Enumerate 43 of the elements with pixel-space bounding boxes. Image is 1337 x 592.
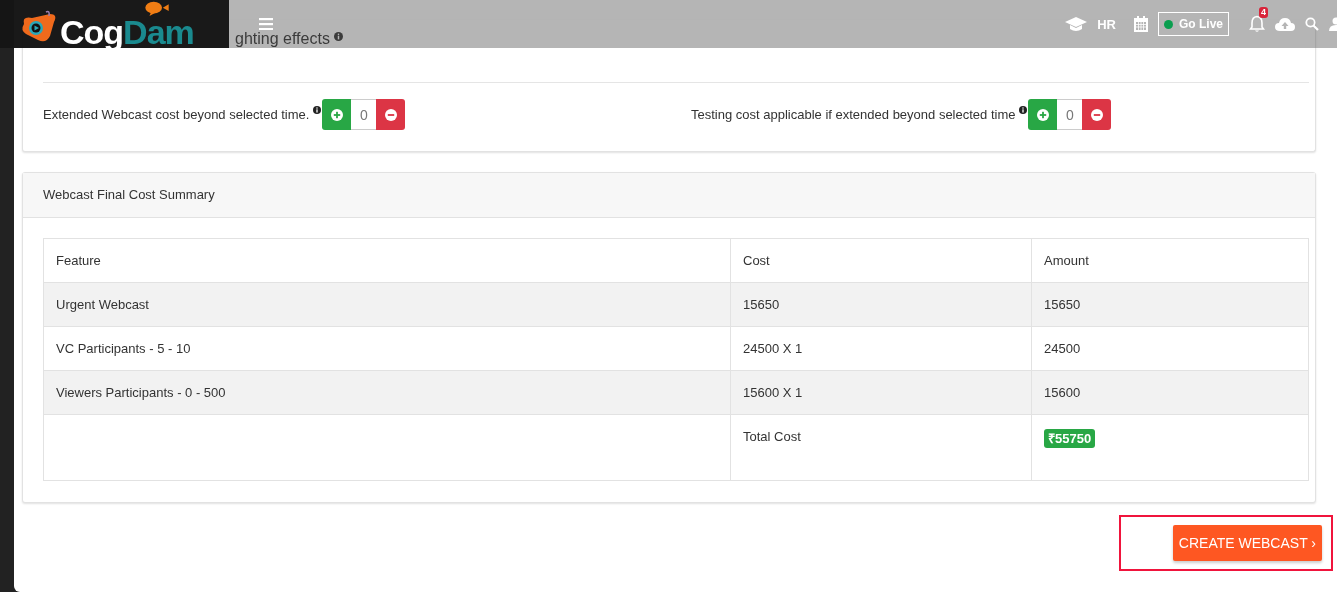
plus-icon	[1037, 108, 1049, 121]
option-label: ghting effects	[235, 30, 330, 48]
table-cell: Viewers Participants - 0 - 500	[43, 370, 731, 415]
increment-button[interactable]	[322, 99, 352, 130]
graduation-cap-icon[interactable]	[1065, 16, 1088, 32]
minus-icon	[384, 108, 397, 121]
table-cell: Total Cost	[730, 414, 1032, 481]
create-webcast-button[interactable]: CREATE WEBCAST ›	[1172, 525, 1322, 561]
table-cell: Urgent Webcast	[43, 282, 731, 327]
user-icon[interactable]	[1329, 17, 1337, 31]
user-role-label[interactable]: HR	[1097, 16, 1116, 32]
notification-badge: 4	[1259, 7, 1268, 18]
search-icon[interactable]	[1305, 17, 1319, 31]
plus-icon	[330, 108, 343, 121]
quantity-field[interactable]: 0	[351, 99, 377, 130]
cloud-upload-icon[interactable]	[1275, 17, 1295, 31]
table-cell: 24500 X 1	[730, 326, 1032, 371]
card-header: Webcast Final Cost Summary	[23, 173, 1315, 218]
logo-text: CogDam	[60, 18, 194, 46]
go-live-button[interactable]: Go Live	[1158, 12, 1229, 36]
total-badge: ₹55750	[1044, 429, 1096, 448]
info-icon	[333, 31, 343, 41]
increment-button[interactable]	[1028, 99, 1058, 130]
table-cell: 15650	[1031, 282, 1309, 327]
table-cell: VC Participants - 5 - 10	[43, 326, 731, 371]
speech-bubble-icon	[144, 1, 170, 16]
info-icon	[313, 105, 322, 114]
table-cell: 15600	[1031, 370, 1309, 415]
decrement-button[interactable]	[1082, 99, 1112, 130]
bell-icon[interactable]	[1249, 15, 1265, 33]
minus-icon	[1091, 108, 1103, 121]
table-cell: 15650	[730, 282, 1032, 327]
column-header: Cost	[730, 238, 1032, 283]
info-icon	[1019, 105, 1028, 114]
table-cell: 24500	[1031, 326, 1309, 371]
column-header: Feature	[43, 238, 731, 283]
extension-label: Extended Webcast cost beyond selected time.	[43, 107, 310, 122]
table-cell: 15600 X 1	[730, 370, 1032, 415]
quantity-field[interactable]: 0	[1057, 99, 1083, 130]
column-header: Amount	[1031, 238, 1309, 283]
extension-label: Testing cost applicable if extended beyond selected time	[691, 107, 1016, 122]
decrement-button[interactable]	[376, 99, 406, 130]
menu-icon[interactable]	[259, 18, 273, 30]
